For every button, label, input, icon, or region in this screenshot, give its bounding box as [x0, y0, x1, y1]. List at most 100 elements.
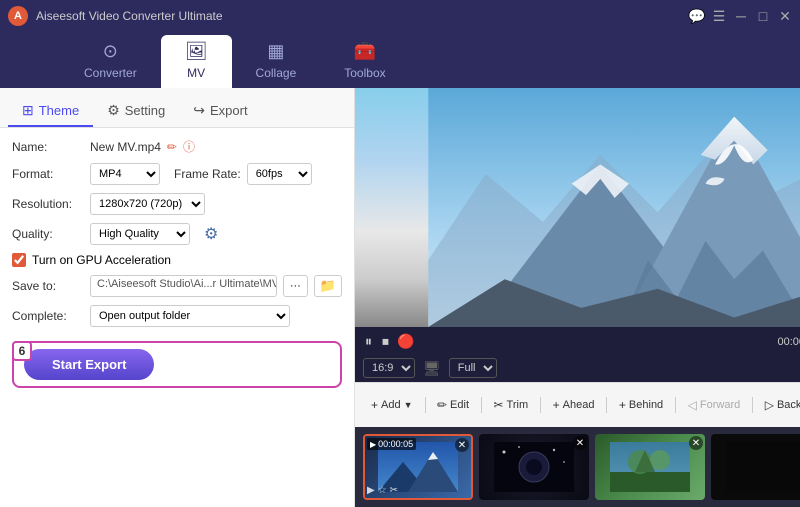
main-nav: ⊙ Converter 🖼 MV ▦ Collage 🧰 Toolbox [0, 32, 800, 88]
main-content: ⊞ Theme ⚙ Setting ↪ Export Name: New MV.… [0, 88, 800, 507]
clip-1-controls: ▶ ☆ ✂ [367, 485, 398, 496]
window-controls: 💬 ☰ ─ □ ✕ [690, 9, 792, 23]
gpu-checkbox[interactable] [12, 253, 26, 267]
quality-settings-icon[interactable]: ⚙ [204, 224, 218, 244]
clip-1-time: ▶ 00:00:05 [367, 438, 416, 450]
export-highlight-box: 6 Start Export [12, 341, 342, 388]
edit-icon[interactable]: ✏ [167, 140, 177, 154]
sub-tab-theme[interactable]: ⊞ Theme [8, 96, 93, 127]
clip-item-3[interactable]: ✕ [595, 434, 705, 500]
backward-btn[interactable]: ▷ Backward [757, 394, 800, 416]
clip-1-trim-icon[interactable]: ✂ [390, 485, 398, 496]
tab-toolbox-label: Toolbox [344, 66, 385, 80]
right-panel: ⏸ ⏹ 🔴 00:00:01.13/00:01:40.16 🔊 16:9 4:3… [355, 88, 800, 507]
record-icon: 🔴 [397, 333, 414, 350]
quality-label: Quality: [12, 227, 84, 241]
app-logo: A [8, 6, 28, 26]
folder-btn[interactable]: 📁 [314, 275, 342, 297]
maximize-btn[interactable]: □ [756, 9, 770, 23]
format-select[interactable]: MP4 MOV AVI [90, 163, 160, 185]
format-label: Format: [12, 167, 84, 181]
title-bar: A Aiseesoft Video Converter Ultimate 💬 ☰… [0, 0, 800, 32]
video-preview [355, 88, 800, 327]
behind-icon: + [619, 398, 626, 412]
clip-3-preview [610, 442, 690, 492]
framerate-label: Frame Rate: [174, 167, 241, 181]
save-label: Save to: [12, 279, 84, 293]
framerate-select[interactable]: 60fps 30fps 24fps [247, 163, 312, 185]
setting-gear-icon: ⚙ [107, 102, 120, 119]
backward-icon: ▷ [765, 398, 774, 412]
add-btn[interactable]: + Add ▼ [363, 394, 421, 416]
tab-collage-label: Collage [256, 66, 297, 80]
theme-tab-label: Theme [39, 103, 79, 118]
close-btn[interactable]: ✕ [778, 9, 792, 23]
clip-item-1[interactable]: ▶ 00:00:05 ✕ ▶ ☆ ✂ [363, 434, 473, 500]
clip-3-close[interactable]: ✕ [689, 436, 703, 450]
clip-2-close[interactable]: ✕ [573, 436, 587, 450]
export-form: Name: New MV.mp4 ✏ ⓘ Format: MP4 MOV AVI… [0, 128, 354, 337]
toolbox-icon: 🧰 [354, 41, 376, 62]
trim-btn[interactable]: ✂ Trim [485, 394, 536, 416]
theme-grid-icon: ⊞ [22, 102, 34, 119]
chat-icon-btn[interactable]: 💬 [690, 9, 704, 23]
minimize-btn[interactable]: ─ [734, 9, 748, 23]
clip-item-2[interactable]: ✕ [479, 434, 589, 500]
browse-dots-btn[interactable]: ··· [283, 275, 308, 297]
collage-icon: ▦ [267, 41, 284, 62]
video-controls-bar: ⏸ ⏹ 🔴 00:00:01.13/00:01:40.16 🔊 [355, 327, 800, 356]
stop-btn[interactable]: ⏹ [380, 331, 391, 352]
mv-icon: 🖼 [185, 41, 208, 62]
backward-label: Backward [777, 399, 800, 411]
sub-tab-export[interactable]: ↪ Export [179, 96, 261, 127]
quality-select[interactable]: High Quality Standard Quality Low Qualit… [90, 223, 190, 245]
name-label: Name: [12, 140, 84, 154]
add-label: Add [381, 399, 401, 411]
bottom-toolbar: + Add ▼ ✏ Edit ✂ Trim + Ahead + Behi [355, 382, 800, 427]
scissors-icon: ✂ [493, 398, 503, 412]
menu-icon-btn[interactable]: ☰ [712, 9, 726, 23]
export-arrow-icon: ↪ [193, 102, 205, 119]
clip-1-close[interactable]: ✕ [455, 438, 469, 452]
pause-btn[interactable]: ⏸ [363, 331, 374, 352]
edit-btn[interactable]: ✏ Edit [429, 394, 477, 416]
info-icon[interactable]: ⓘ [183, 138, 195, 155]
mountain-video-frame [355, 88, 800, 327]
ratio-select[interactable]: 16:9 4:3 1:1 [363, 358, 415, 378]
tab-mv[interactable]: 🖼 MV [161, 35, 232, 88]
start-export-button[interactable]: Start Export [24, 349, 154, 380]
add-dropdown-icon: ▼ [404, 400, 413, 410]
tab-toolbox[interactable]: 🧰 Toolbox [320, 35, 409, 88]
clip-2-preview [494, 442, 574, 492]
forward-label: Forward [700, 399, 740, 411]
clip-1-star-icon[interactable]: ☆ [378, 485, 387, 496]
export-tab-label: Export [210, 103, 248, 118]
resolution-row: Resolution: 1280x720 (720p) 1920x1080 (1… [12, 193, 342, 215]
display-select[interactable]: Full Fit [449, 358, 497, 378]
clip-4-preview [726, 442, 800, 492]
resolution-label: Resolution: [12, 197, 84, 211]
ahead-icon: + [553, 398, 560, 412]
sub-tab-setting[interactable]: ⚙ Setting [93, 96, 179, 127]
gpu-label: Turn on GPU Acceleration [32, 253, 171, 267]
resolution-select[interactable]: 1280x720 (720p) 1920x1080 (1080p) [90, 193, 205, 215]
clip-item-4[interactable]: ✕ [711, 434, 800, 500]
trim-label: Trim [507, 399, 529, 411]
complete-row: Complete: Open output folder Do nothing [12, 305, 342, 327]
time-current: 00:00:01.13 [777, 336, 800, 348]
behind-btn[interactable]: + Behind [611, 394, 671, 416]
tab-collage[interactable]: ▦ Collage [232, 35, 321, 88]
behind-label: Behind [629, 399, 663, 411]
clip-thumbnail-4 [711, 434, 800, 500]
quality-row: Quality: High Quality Standard Quality L… [12, 223, 342, 245]
tab-converter[interactable]: ⊙ Converter [60, 35, 161, 88]
ahead-btn[interactable]: + Ahead [545, 394, 603, 416]
clip-1-play-icon[interactable]: ▶ [367, 485, 375, 496]
name-value: New MV.mp4 [90, 140, 161, 154]
complete-select[interactable]: Open output folder Do nothing [90, 305, 290, 327]
monitor-icon: 🖥 [423, 360, 441, 377]
save-path-value: C:\Aiseesoft Studio\Ai...r Ultimate\MV E… [90, 275, 277, 297]
forward-btn[interactable]: ◁ Forward [680, 394, 749, 416]
forward-icon: ◁ [688, 398, 697, 412]
clip-strip: ▶ 00:00:05 ✕ ▶ ☆ ✂ [355, 427, 800, 507]
